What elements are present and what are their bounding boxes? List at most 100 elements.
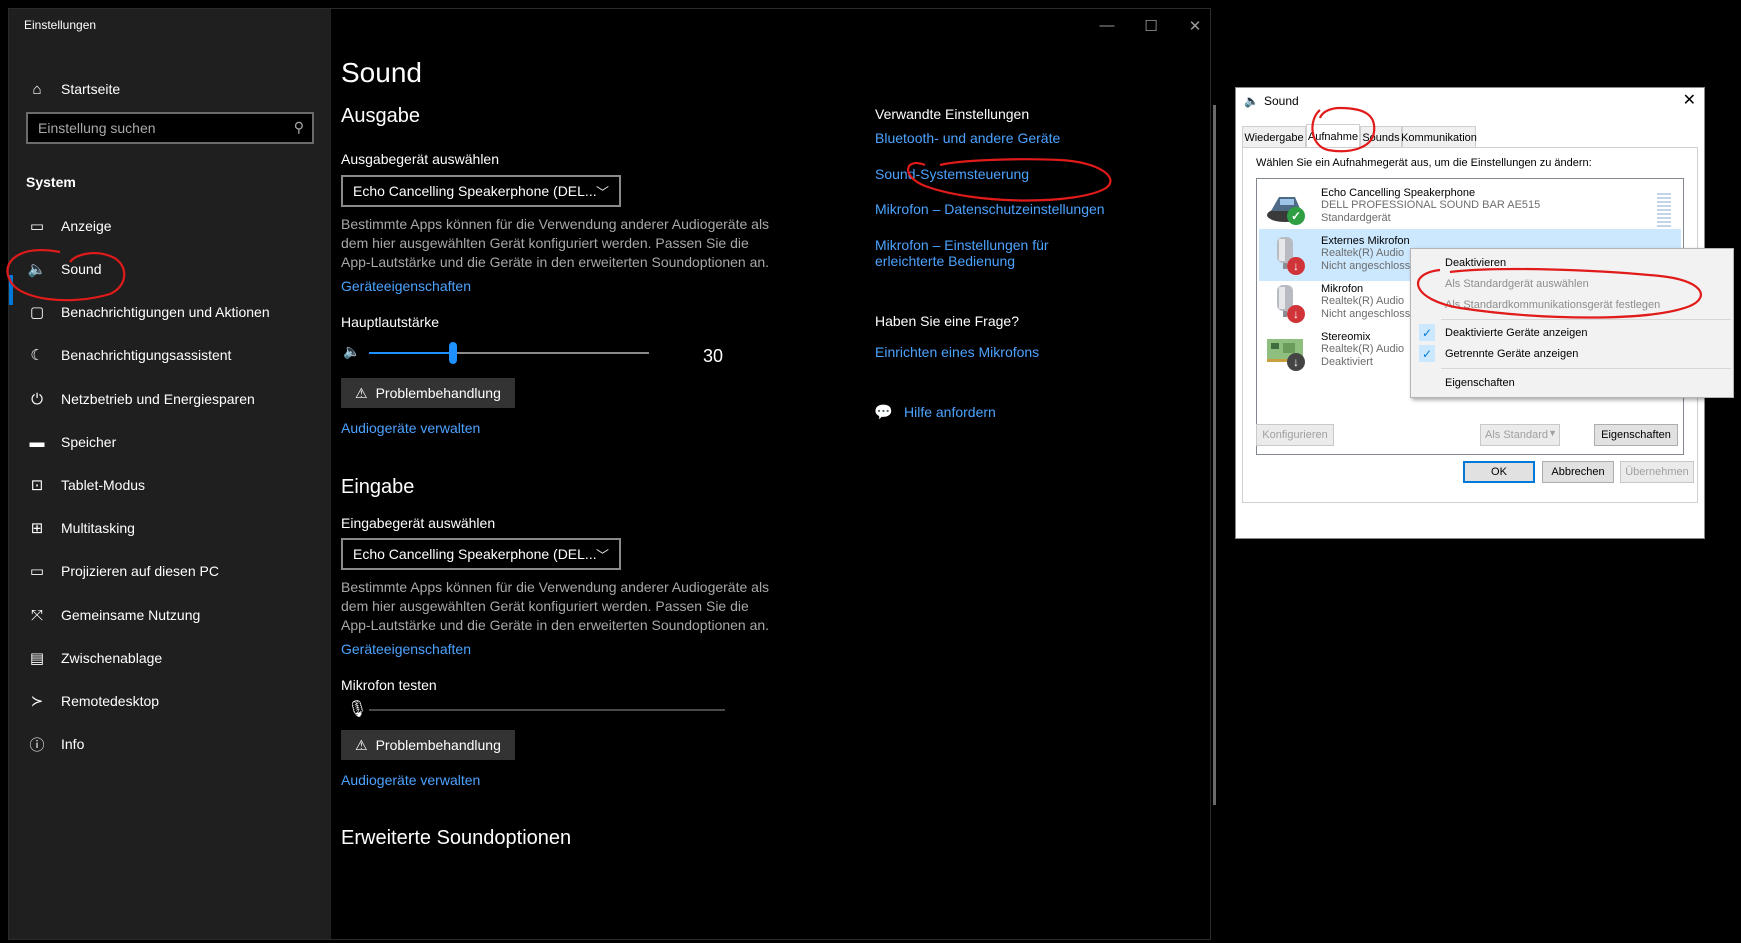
sidebar-item-gemeinsam[interactable]: ⤧ Gemeinsame Nutzung: [9, 593, 331, 637]
moon-icon: ☾: [30, 347, 44, 364]
device-name: Stereomix: [1321, 331, 1371, 343]
sidebar-item-label: Info: [61, 736, 85, 752]
output-heading: Ausgabe: [341, 105, 420, 127]
volume-slider-thumb[interactable]: [449, 342, 457, 364]
share-icon: ⤧: [30, 606, 43, 624]
nav-home-label: Startseite: [61, 81, 121, 97]
input-troubleshoot-button[interactable]: ⚠ Problembehandlung: [341, 730, 515, 760]
sidebar-item-benachrichtigungen[interactable]: ▢ Benachrichtigungen und Aktionen: [9, 290, 331, 334]
input-description: Bestimmte Apps können für die Verwendung…: [341, 579, 770, 633]
tab-kommunikation[interactable]: Kommunikation: [1401, 126, 1477, 148]
menu-item-deaktivieren[interactable]: Deaktivieren: [1411, 252, 1733, 274]
menu-item-show-disconnected[interactable]: ✓ Getrennte Geräte anzeigen: [1411, 343, 1733, 365]
sidebar-item-label: Netzbetrieb und Energiesparen: [61, 391, 255, 407]
output-troubleshoot-button[interactable]: ⚠ Problembehandlung: [341, 378, 515, 408]
properties-button[interactable]: Eigenschaften: [1594, 424, 1678, 446]
speaker-shield-icon: 🔈: [1244, 94, 1259, 108]
sidebar-item-netzbetrieb[interactable]: ⏻ Netzbetrieb und Energiesparen: [9, 377, 331, 421]
context-menu: Deaktivieren Als Standardgerät auswählen…: [1410, 248, 1734, 398]
input-device-value: Echo Cancelling Speakerphone (DEL...: [353, 546, 597, 562]
sidebar-item-label: Speicher: [61, 434, 117, 450]
tab-sounds[interactable]: Sounds: [1360, 126, 1402, 148]
device-row[interactable]: ✓ Echo Cancelling Speakerphone DELL PROF…: [1259, 181, 1681, 233]
chevron-down-icon: ﹀: [595, 548, 609, 563]
settings-window: Einstellungen ⌂ Startseite ⚲ System ▭ An…: [8, 8, 1216, 940]
output-device-dropdown[interactable]: Echo Cancelling Speakerphone (DEL... ﹀: [341, 175, 621, 207]
related-link-sound-control-panel[interactable]: Sound-Systemsteuerung: [875, 166, 1029, 182]
set-default-button[interactable]: Als Standard ▼: [1480, 424, 1560, 446]
output-manage-link[interactable]: Audiogeräte verwalten: [341, 420, 480, 436]
output-troubleshoot-label: Problembehandlung: [375, 385, 501, 401]
related-link-mic-accessibility-line2[interactable]: erleichterte Bedienung: [875, 253, 1015, 269]
configure-button[interactable]: Konfigurieren: [1256, 424, 1334, 446]
sidebar-item-label: Gemeinsame Nutzung: [61, 607, 201, 623]
input-device-label: Eingabegerät auswählen: [341, 515, 496, 531]
project-icon: ▭: [29, 563, 45, 580]
mic-test-label: Mikrofon testen: [341, 677, 437, 693]
nav-home[interactable]: ⌂ Startseite: [9, 67, 331, 111]
tab-wiedergabe[interactable]: Wiedergabe: [1242, 126, 1306, 148]
device-status: Nicht angeschlossen: [1321, 308, 1423, 320]
sidebar-item-speicher[interactable]: ▬ Speicher: [9, 420, 331, 464]
circuit-board-icon: ↓: [1265, 329, 1305, 371]
sidebar-item-remotedesktop[interactable]: ≻ Remotedesktop: [9, 679, 331, 723]
sidebar-item-sound[interactable]: 🔈 Sound: [9, 247, 331, 291]
remote-icon: ≻: [30, 693, 44, 710]
related-link-mic-privacy[interactable]: Mikrofon – Datenschutzeinstellungen: [875, 201, 1105, 217]
setup-mic-link[interactable]: Einrichten eines Mikrofons: [875, 344, 1039, 360]
tablet-icon: ⊡: [30, 477, 44, 494]
sidebar-item-label: Projizieren auf diesen PC: [61, 563, 219, 579]
help-link[interactable]: Hilfe anfordern: [904, 404, 996, 420]
menu-separator: [1441, 319, 1731, 320]
sidebar-item-label: Benachrichtigungsassistent: [61, 347, 232, 363]
ok-button[interactable]: OK: [1463, 461, 1535, 483]
search-field[interactable]: ⚲: [26, 112, 314, 144]
menu-item-label: Als Standardkommunikationsgerät festlege…: [1445, 299, 1661, 311]
input-device-dropdown[interactable]: Echo Cancelling Speakerphone (DEL... ﹀: [341, 538, 621, 570]
dialog-close-icon[interactable]: ✕: [1683, 90, 1696, 110]
device-name: Echo Cancelling Speakerphone: [1321, 187, 1476, 199]
mic-level-meter: [369, 709, 725, 711]
sidebar-item-multitasking[interactable]: ⊞ Multitasking: [9, 506, 331, 550]
sidebar-item-info[interactable]: ⓘ Info: [9, 722, 331, 766]
output-description: Bestimmte Apps können für die Verwendung…: [341, 216, 770, 270]
sidebar-item-zwischenablage[interactable]: ▤ Zwischenablage: [9, 636, 331, 680]
related-link-mic-accessibility[interactable]: Mikrofon – Einstellungen für: [875, 237, 1049, 253]
sidebar-item-assistent[interactable]: ☾ Benachrichtigungsassistent: [9, 333, 331, 377]
sidebar-item-anzeige[interactable]: ▭ Anzeige: [9, 204, 331, 248]
related-link-bluetooth[interactable]: Bluetooth- und andere Geräte: [875, 130, 1060, 146]
related-heading: Verwandte Einstellungen: [875, 106, 1030, 122]
storage-icon: ▬: [29, 433, 45, 451]
checkmark-icon: ✓: [1419, 324, 1435, 341]
menu-item-properties[interactable]: Eigenschaften: [1411, 372, 1733, 394]
output-properties-link[interactable]: Geräteeigenschaften: [341, 278, 471, 294]
sidebar-item-projizieren[interactable]: ▭ Projizieren auf diesen PC: [9, 549, 331, 593]
menu-item-label: Deaktivierte Geräte anzeigen: [1445, 327, 1588, 339]
sidebar-item-tablet[interactable]: ⊡ Tablet-Modus: [9, 463, 331, 507]
device-status: Standardgerät: [1321, 212, 1391, 224]
check-badge-icon: ✓: [1287, 207, 1305, 225]
cancel-button[interactable]: Abbrechen: [1542, 461, 1614, 483]
warning-icon: ⚠: [355, 384, 368, 401]
tab-aufnahme[interactable]: Aufnahme: [1306, 124, 1360, 148]
warning-icon: ⚠: [355, 736, 368, 753]
menu-item-set-default-communication[interactable]: Als Standardkommunikationsgerät festlege…: [1411, 294, 1733, 316]
apply-button[interactable]: Übernehmen: [1620, 461, 1694, 483]
output-device-value: Echo Cancelling Speakerphone (DEL...: [353, 183, 597, 199]
input-properties-link[interactable]: Geräteeigenschaften: [341, 641, 471, 657]
sidebar-item-label: Sound: [61, 261, 102, 277]
menu-item-show-disabled[interactable]: ✓ Deaktivierte Geräte anzeigen: [1411, 322, 1733, 344]
scrollbar[interactable]: [1213, 105, 1216, 805]
input-heading: Eingabe: [341, 476, 415, 498]
menu-item-label: Als Standardgerät auswählen: [1445, 278, 1589, 290]
menu-item-set-default[interactable]: Als Standardgerät auswählen: [1411, 273, 1733, 295]
speaker-icon[interactable]: 🔈: [343, 343, 360, 360]
device-driver: Realtek(R) Audio: [1321, 295, 1405, 307]
input-troubleshoot-label: Problembehandlung: [375, 737, 501, 753]
help-chat-icon: 💬: [874, 404, 893, 421]
volume-value: 30: [703, 346, 724, 366]
input-manage-link[interactable]: Audiogeräte verwalten: [341, 772, 480, 788]
search-input[interactable]: [28, 114, 278, 142]
device-driver: Realtek(R) Audio: [1321, 247, 1405, 259]
clipboard-icon: ▤: [29, 650, 45, 667]
